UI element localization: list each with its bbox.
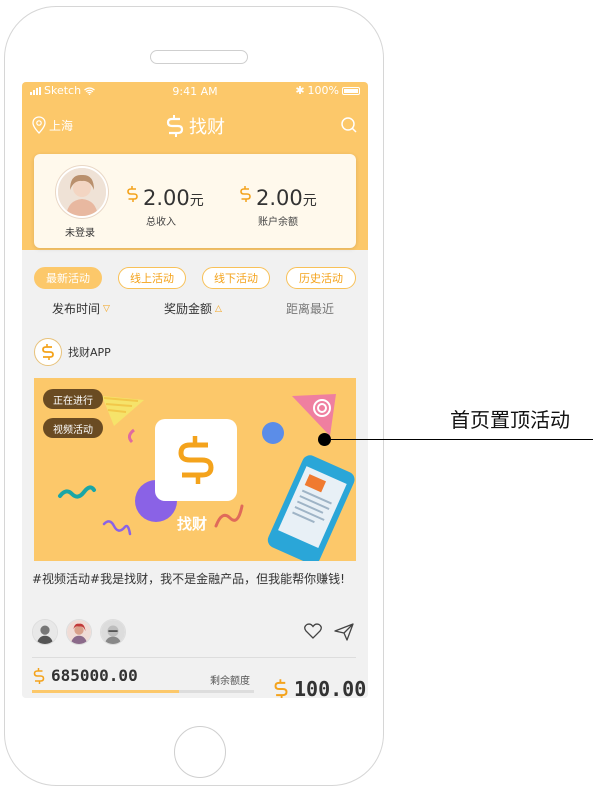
annotation-dot bbox=[318, 433, 331, 446]
dollar-logo-icon bbox=[166, 115, 184, 137]
remaining-progress-fill bbox=[32, 690, 179, 693]
income-amount: 2.00 元 bbox=[126, 186, 204, 210]
tab-latest[interactable]: 最新活动 bbox=[34, 267, 102, 289]
type-badge: 视频活动 bbox=[43, 418, 103, 438]
dollar-small-icon bbox=[33, 667, 45, 684]
tab-history[interactable]: 历史活动 bbox=[286, 267, 356, 289]
search-button[interactable] bbox=[340, 116, 358, 138]
annotation-label: 首页置顶活动 bbox=[450, 408, 570, 432]
activity-banner[interactable]: 正在进行 视频活动 找财 bbox=[34, 378, 356, 561]
battery-percent: 100% bbox=[307, 84, 339, 97]
sort-bar: 发布时间 ▽ 奖励金额 △ 距离最近 bbox=[22, 296, 368, 320]
remaining-label: 剩余额度 bbox=[210, 676, 250, 687]
participant-avatar[interactable] bbox=[66, 619, 92, 645]
app-title-text: 找财 bbox=[189, 117, 225, 138]
income-label: 总收入 bbox=[146, 217, 176, 228]
reward-value: 100.00 bbox=[294, 677, 367, 698]
banner-app-icon bbox=[155, 419, 237, 501]
avatar-photo bbox=[58, 168, 106, 216]
participant-avatar[interactable] bbox=[32, 619, 58, 645]
participant-avatar[interactable] bbox=[100, 619, 126, 645]
login-status[interactable]: 未登录 bbox=[52, 224, 108, 239]
sort-label: 距离最近 bbox=[286, 302, 335, 316]
search-icon bbox=[341, 117, 357, 133]
status-badge: 正在进行 bbox=[43, 389, 103, 409]
post-actions bbox=[304, 623, 354, 641]
tab-offline[interactable]: 线下活动 bbox=[202, 267, 270, 289]
battery-area: ✱ 100% bbox=[295, 84, 360, 97]
nav-bar: 上海 找财 bbox=[22, 110, 368, 142]
speaker-grille bbox=[150, 50, 248, 64]
income-unit: 元 bbox=[189, 193, 204, 209]
post-header[interactable]: 找财APP bbox=[34, 338, 111, 366]
total-amount-value: 685000.00 bbox=[51, 666, 138, 685]
profile-card: 未登录 2.00 元 总收入 2.00 元 账户余额 bbox=[34, 154, 356, 248]
sort-publish-time[interactable]: 发布时间 ▽ bbox=[52, 300, 110, 317]
balance-label: 账户余额 bbox=[258, 217, 298, 228]
user-avatar[interactable] bbox=[56, 166, 108, 218]
dollar-logo-icon bbox=[178, 436, 214, 484]
dollar-small-icon bbox=[274, 679, 288, 698]
total-amount: 685000.00 bbox=[32, 666, 138, 685]
bluetooth-icon: ✱ bbox=[295, 84, 305, 97]
income-value: 2.00 bbox=[143, 186, 190, 210]
app-title: 找财 bbox=[22, 113, 368, 139]
share-icon[interactable] bbox=[334, 623, 354, 641]
tab-online[interactable]: 线上活动 bbox=[118, 267, 186, 289]
banner-label: 找财 bbox=[177, 515, 208, 533]
remaining-progress bbox=[32, 690, 254, 693]
participant-avatars bbox=[32, 619, 126, 645]
divider bbox=[32, 657, 356, 658]
status-bar: Sketch 9:41 AM ✱ 100% bbox=[22, 82, 368, 100]
annotation-line bbox=[325, 439, 593, 440]
app-logo-icon bbox=[34, 338, 62, 366]
sort-label: 发布时间 bbox=[52, 302, 101, 316]
sort-reward-amount[interactable]: 奖励金额 △ bbox=[164, 300, 222, 317]
dollar-small-icon bbox=[240, 186, 251, 202]
sort-distance[interactable]: 距离最近 bbox=[286, 300, 334, 317]
sort-label: 奖励金额 bbox=[164, 302, 213, 316]
balance-value: 2.00 bbox=[256, 186, 303, 210]
reward-amount: 100.00 bbox=[272, 677, 366, 698]
heart-icon[interactable] bbox=[304, 623, 322, 639]
balance-unit: 元 bbox=[302, 193, 317, 209]
balance-amount: 2.00 元 bbox=[239, 186, 317, 210]
post-description: #视频活动#我是找财，我不是金融产品，但我能帮你赚钱! bbox=[32, 572, 345, 586]
home-button[interactable] bbox=[174, 726, 226, 778]
activity-tabs: 最新活动 线上活动 线下活动 历史活动 bbox=[34, 267, 356, 291]
dollar-small-icon bbox=[127, 186, 138, 202]
sort-down-icon: ▽ bbox=[103, 303, 110, 314]
battery-icon bbox=[342, 86, 360, 95]
app-screen: Sketch 9:41 AM ✱ 100% 上海 找财 未登录 2.00 元 总… bbox=[22, 82, 368, 698]
sort-up-icon: △ bbox=[215, 303, 222, 314]
post-author: 找财APP bbox=[68, 346, 111, 359]
